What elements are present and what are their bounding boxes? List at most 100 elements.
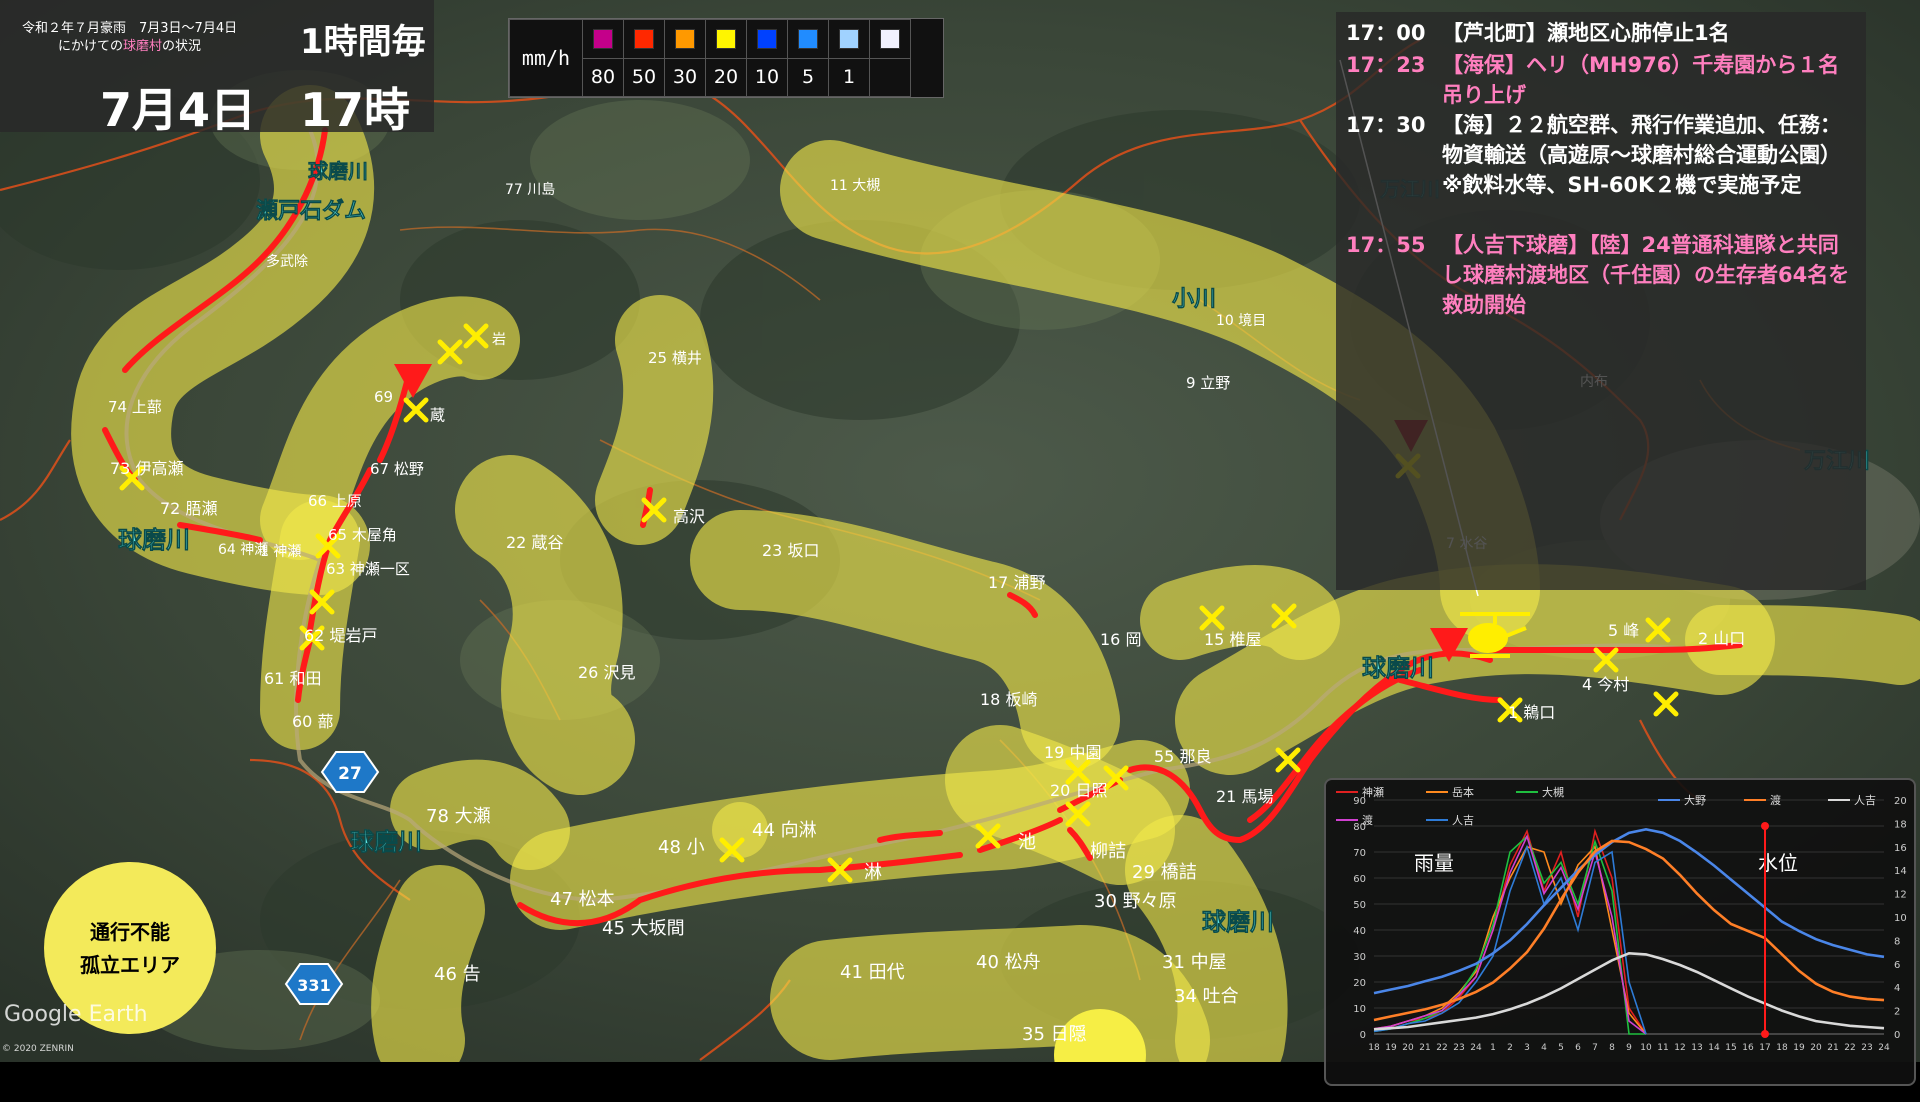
- place-label: 44 向淋: [752, 820, 817, 841]
- x-tick-label: 7: [1592, 1043, 1598, 1053]
- x-tick-label: 16: [1742, 1043, 1754, 1053]
- log-entry: 17：23 【海保】ヘリ（MH976）千寿園から１名吊り上げ: [1346, 50, 1852, 110]
- x-tick-label: 6: [1575, 1043, 1581, 1053]
- rainfall-value: 20: [705, 57, 747, 97]
- x-tick-label: 12: [1674, 1043, 1685, 1053]
- legend-label: 大野: [1684, 793, 1706, 807]
- swatch: [675, 29, 695, 50]
- place-label: 22 蔵谷: [506, 533, 563, 552]
- place-label: 15 椎屋: [1204, 630, 1261, 649]
- x-tick-label: 20: [1810, 1043, 1822, 1053]
- x-tick-label: 11: [1657, 1043, 1668, 1053]
- legend-label: 人吉: [1452, 814, 1474, 827]
- place-label: 55 那良: [1154, 747, 1211, 766]
- place-label: 63 神瀬一区: [326, 560, 410, 578]
- place-label: 47 松本: [550, 889, 615, 910]
- x-tick-label: 5: [1558, 1043, 1564, 1053]
- place-label: 67 松野: [370, 460, 424, 478]
- right-tick-label: 6: [1894, 960, 1900, 971]
- place-label: 77 川島: [505, 182, 555, 198]
- place-label: 66 上原: [308, 492, 362, 510]
- place-label: 45 大坂間: [602, 918, 685, 939]
- x-tick-label: 1: [1490, 1043, 1496, 1053]
- place-label: 60 蔀: [292, 712, 333, 731]
- x-tick-label: 13: [1691, 1043, 1702, 1053]
- legend-label: 渡: [1362, 813, 1373, 827]
- rainfall-unit: mm/h: [509, 19, 583, 97]
- place-label: 41 田代: [840, 962, 905, 983]
- log-entry: 17：55 【人吉下球磨】【陸】24普通科連隊と共同し球磨村渡地区（千住園）の生存…: [1346, 230, 1852, 320]
- place-label: 19 中園: [1044, 743, 1101, 762]
- swatch: [757, 29, 777, 50]
- place-label: 10 境目: [1216, 313, 1266, 329]
- x-tick-label: 15: [1725, 1043, 1736, 1053]
- place-label: 1 鵜口: [1508, 703, 1555, 722]
- place-label: 4 今村: [1582, 675, 1629, 694]
- place-label: 2 山口: [1698, 629, 1745, 648]
- swatch: [634, 29, 654, 50]
- log-entry: 17：30 【海】２２航空群、飛行作業追加、任務：物資輸送（高遊原～球磨村総合運動…: [1346, 110, 1852, 200]
- x-tick-label: 17: [1759, 1043, 1770, 1053]
- place-label: 岩: [492, 332, 506, 348]
- x-tick-label: 18: [1776, 1043, 1788, 1053]
- zenrin-copyright: © 2020 ZENRIN: [2, 1044, 74, 1054]
- rainfall-value: 80: [582, 57, 624, 97]
- place-label: 30 野々原: [1094, 891, 1177, 912]
- x-tick-label: 21: [1419, 1043, 1430, 1053]
- x-tick-label: 3: [1524, 1043, 1530, 1053]
- legend-label: 人吉: [1854, 794, 1876, 807]
- x-tick-label: 9: [1626, 1043, 1632, 1053]
- place-label: 61 和田: [264, 669, 321, 688]
- log-text: 【海保】ヘリ（MH976）千寿園から１名吊り上げ: [1442, 53, 1840, 107]
- right-tick-label: 8: [1894, 936, 1900, 947]
- x-tick-label: 18: [1368, 1043, 1380, 1053]
- legend-label: 大槻: [1542, 785, 1564, 799]
- river-label: 球磨川: [1202, 908, 1274, 936]
- left-tick-label: 20: [1353, 978, 1366, 989]
- river-label: 球磨川: [350, 828, 422, 856]
- place-label: 40 松舟: [976, 952, 1041, 973]
- log-text: 【海】２２航空群、飛行作業追加、任務：物資輸送（高遊原～球磨村総合運動公園）※飲…: [1442, 113, 1841, 197]
- google-earth-watermark: Google Earth: [4, 1002, 148, 1027]
- x-tick-label: 23: [1453, 1043, 1464, 1053]
- place-label: 25 横井: [648, 349, 702, 367]
- x-tick-label: 19: [1793, 1043, 1805, 1053]
- legend-label: 岳本: [1452, 785, 1474, 799]
- right-tick-label: 20: [1894, 796, 1907, 807]
- route-shield-label: 27: [338, 764, 362, 784]
- x-tick-label: 19: [1385, 1043, 1397, 1053]
- swatch: [798, 29, 818, 50]
- rainfall-value: 5: [787, 57, 829, 97]
- legend-line-2: 孤立エリア: [80, 953, 180, 977]
- place-label: 11 大槻: [830, 177, 880, 194]
- rainfall-water-level-chart: 0 10 20 30 40 50 60 70 80 90 0 2 4 6 8 10 12 14 16 18 20 18 19…: [1324, 778, 1916, 1086]
- left-tick-label: 60: [1353, 874, 1366, 885]
- river-label: 小川: [1172, 287, 1216, 312]
- right-tick-label: 18: [1894, 819, 1907, 830]
- right-tick-label: 16: [1894, 843, 1907, 854]
- left-tick-label: 70: [1353, 848, 1366, 859]
- x-tick-label: 10: [1640, 1043, 1652, 1053]
- place-label: 18 板崎: [980, 690, 1037, 709]
- log-text: 【人吉下球磨】【陸】24普通科連隊と共同し球磨村渡地区（千住園）の生存者64名を…: [1442, 233, 1850, 317]
- place-label: 16 岡: [1100, 630, 1141, 649]
- x-tick-label: 20: [1402, 1043, 1414, 1053]
- date-label: 7月4日: [100, 83, 257, 137]
- rainfall-legend: mm/h 80 50 30 20 10 5 1: [508, 18, 944, 98]
- x-tick-label: 14: [1708, 1043, 1720, 1053]
- right-tick-label: 10: [1894, 913, 1907, 924]
- rainfall-value: 10: [746, 57, 788, 97]
- x-tick-label: 21: [1827, 1043, 1838, 1053]
- rainfall-value: 1: [828, 57, 870, 97]
- place-label: 高沢: [673, 507, 705, 526]
- x-tick-label: 22: [1844, 1043, 1855, 1053]
- rainfall-value: [869, 57, 911, 97]
- left-tick-label: 30: [1353, 952, 1366, 963]
- left-tick-label: 0: [1360, 1030, 1366, 1041]
- place-label: 74 上蔀: [108, 398, 162, 416]
- interval-label: 1時間毎: [300, 22, 426, 62]
- place-label: 34 吐合: [1174, 986, 1239, 1007]
- place-label: 20 日照: [1050, 781, 1107, 800]
- right-tick-label: 4: [1894, 983, 1900, 994]
- place-label: 65 木屋角: [328, 526, 397, 544]
